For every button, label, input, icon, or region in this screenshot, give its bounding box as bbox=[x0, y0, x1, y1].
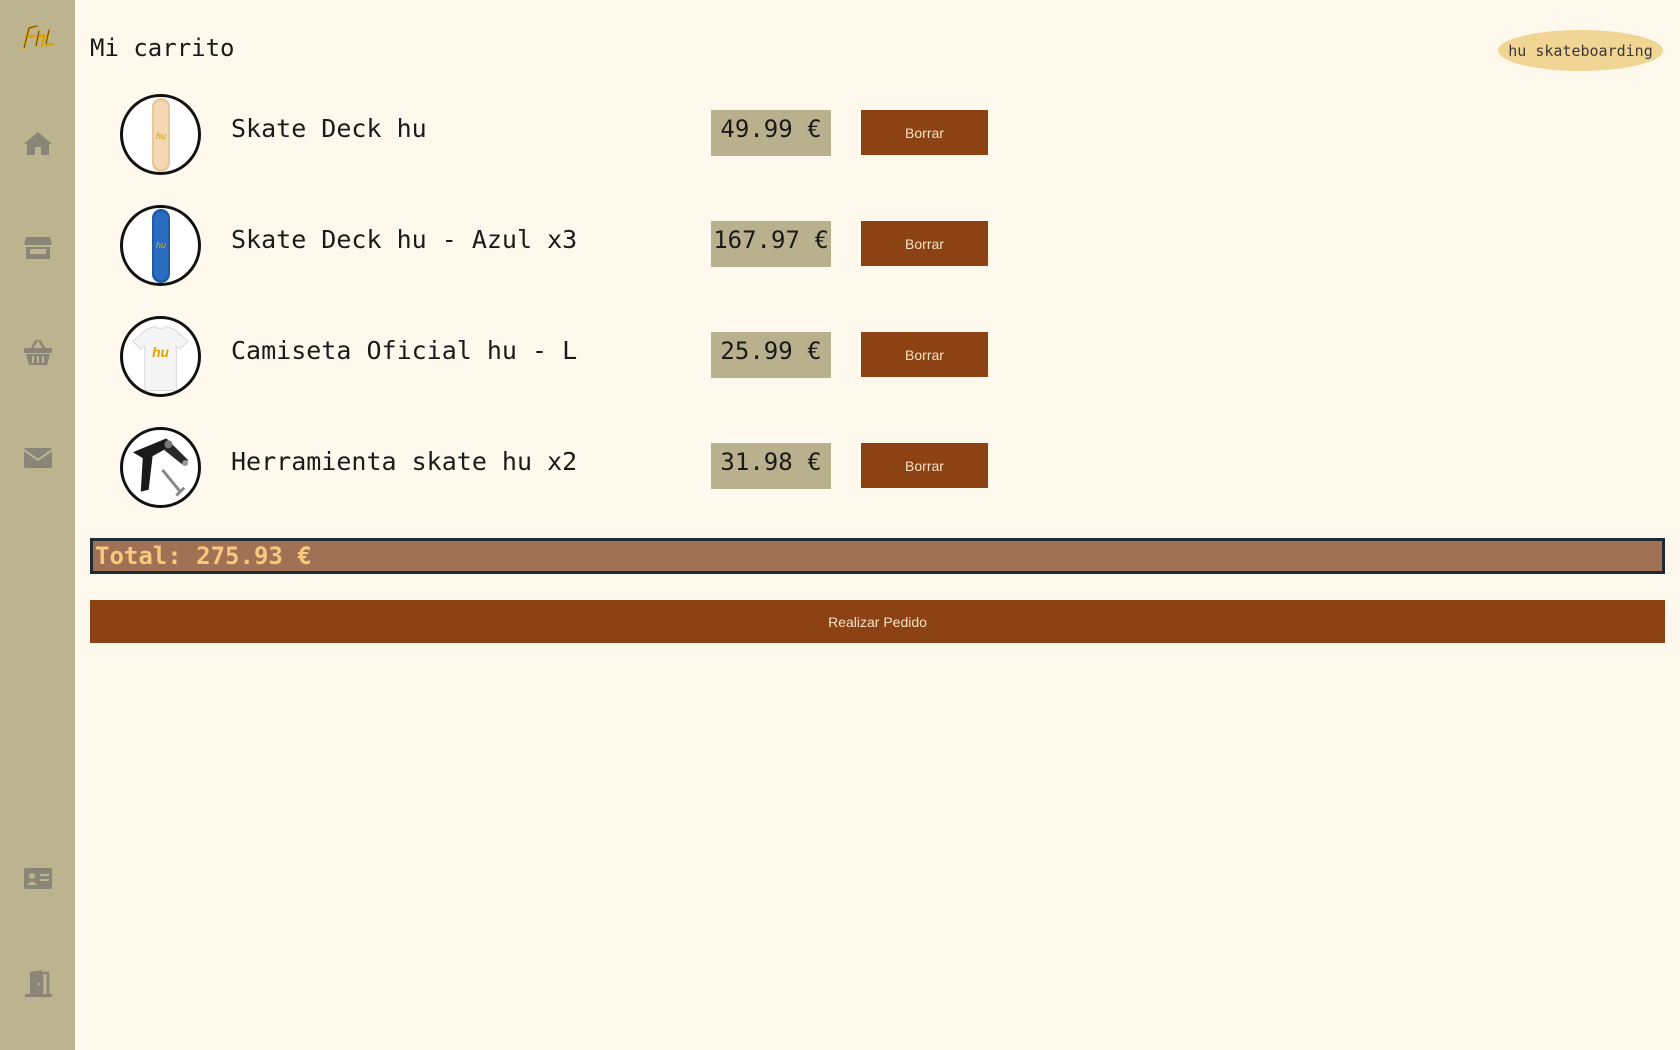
product-image-blue-deck: hu bbox=[120, 205, 201, 286]
cart-item: Herramienta skate hu x2 31.98 € Borrar bbox=[120, 427, 1020, 538]
logout-door-icon[interactable] bbox=[21, 966, 55, 1000]
cart-item: hu Camiseta Oficial hu - L 25.99 € Borra… bbox=[120, 316, 1020, 427]
basket-icon[interactable] bbox=[21, 335, 55, 369]
item-price: 31.98 € bbox=[711, 443, 831, 489]
hu-logo[interactable] bbox=[20, 22, 56, 52]
store-icon[interactable] bbox=[21, 230, 55, 264]
product-image-skate-tool bbox=[120, 427, 201, 508]
item-name: Camiseta Oficial hu - L bbox=[231, 336, 578, 365]
item-price: 49.99 € bbox=[711, 110, 831, 156]
delete-button[interactable]: Borrar bbox=[861, 443, 988, 488]
home-icon[interactable] bbox=[21, 126, 55, 160]
svg-text:hu: hu bbox=[152, 344, 169, 360]
sidebar bbox=[0, 0, 75, 1050]
delete-button[interactable]: Borrar bbox=[861, 221, 988, 266]
item-name: Skate Deck hu bbox=[231, 114, 427, 143]
product-image-natural-deck: hu bbox=[120, 94, 201, 175]
cart-total: Total: 275.93 € bbox=[90, 538, 1665, 574]
item-name: Herramienta skate hu x2 bbox=[231, 447, 578, 476]
svg-text:hu: hu bbox=[155, 240, 165, 250]
delete-button[interactable]: Borrar bbox=[861, 332, 988, 377]
mail-icon[interactable] bbox=[21, 440, 55, 474]
item-price: 167.97 € bbox=[711, 221, 831, 267]
cart-item: hu Skate Deck hu 49.99 € Borrar bbox=[120, 94, 1020, 205]
item-name: Skate Deck hu - Azul x3 bbox=[231, 225, 578, 254]
item-price: 25.99 € bbox=[711, 332, 831, 378]
delete-button[interactable]: Borrar bbox=[861, 110, 988, 155]
place-order-button[interactable]: Realizar Pedido bbox=[90, 600, 1665, 643]
page-title: Mi carrito bbox=[90, 34, 235, 62]
cart-item: hu Skate Deck hu - Azul x3 167.97 € Borr… bbox=[120, 205, 1020, 316]
id-card-icon[interactable] bbox=[21, 861, 55, 895]
cart-list: hu Skate Deck hu 49.99 € Borrar hu Skate… bbox=[120, 94, 1020, 538]
product-image-tshirt: hu bbox=[120, 316, 201, 397]
brand-badge[interactable]: hu skateboarding bbox=[1498, 30, 1663, 71]
svg-text:hu: hu bbox=[155, 131, 165, 141]
